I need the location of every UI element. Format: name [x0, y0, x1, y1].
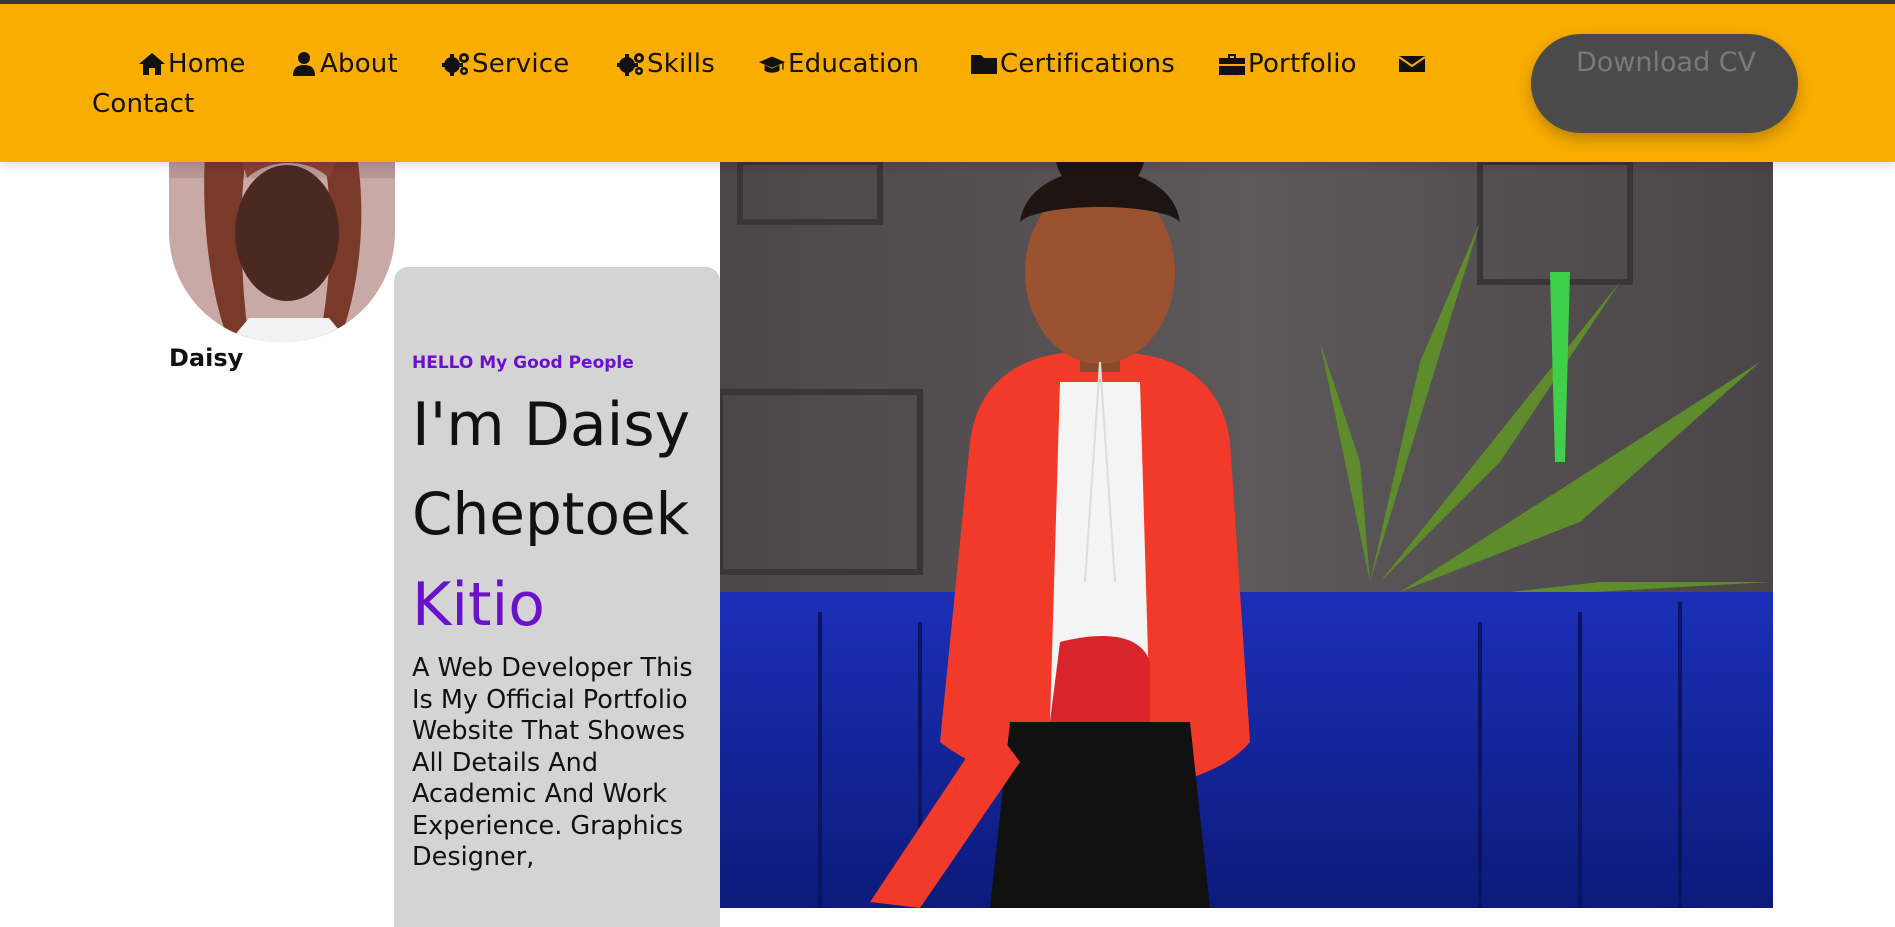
graduation-cap-icon	[758, 56, 786, 73]
nav-service-link[interactable]: Service	[442, 51, 570, 77]
user-icon	[293, 52, 315, 76]
name-line-2: Cheptoek	[412, 480, 690, 548]
gears-icon	[442, 53, 469, 76]
nav-portfolio-link[interactable]: Portfolio	[1218, 51, 1357, 77]
nav-contact-label: Contact	[92, 89, 195, 119]
nav-skills-link[interactable]: Skills	[617, 51, 715, 77]
folder-icon	[971, 55, 997, 74]
envelope-icon	[1398, 56, 1426, 72]
nav-education-link[interactable]: Education	[758, 51, 919, 77]
avatar-name: Daisy	[169, 344, 244, 372]
greeting-text: HELLO My Good People	[412, 353, 634, 373]
navbar: Home About Service Skills Education Cert…	[0, 4, 1895, 162]
gears-icon	[617, 53, 644, 76]
home-icon	[139, 53, 165, 75]
nav-education-label: Education	[788, 49, 920, 79]
nav-about-link[interactable]: About	[290, 51, 398, 77]
nav-certifications-link[interactable]: Certifications	[970, 51, 1175, 77]
nav-contact-link[interactable]: Contact	[92, 91, 195, 117]
nav-home-label: Home	[168, 49, 246, 79]
nav-contact-icon-link[interactable]	[1398, 51, 1426, 77]
name-line-1: I'm Daisy	[412, 390, 691, 460]
nav-service-label: Service	[472, 49, 570, 79]
nav-portfolio-label: Portfolio	[1248, 49, 1357, 79]
download-cv-button[interactable]: Download CV	[1531, 34, 1798, 133]
hero-photo	[720, 162, 1773, 908]
name-accent: Kitio	[412, 570, 545, 640]
briefcase-icon	[1219, 54, 1245, 75]
intro-card: HELLO My Good People I'm Daisy Cheptoek …	[394, 267, 720, 927]
nav-home-link[interactable]: Home	[138, 51, 246, 77]
nav-skills-label: Skills	[647, 49, 715, 79]
nav-certifications-label: Certifications	[1000, 49, 1176, 79]
intro-description: A Web Developer This Is My Official Port…	[412, 653, 693, 872]
nav-about-label: About	[320, 49, 398, 79]
